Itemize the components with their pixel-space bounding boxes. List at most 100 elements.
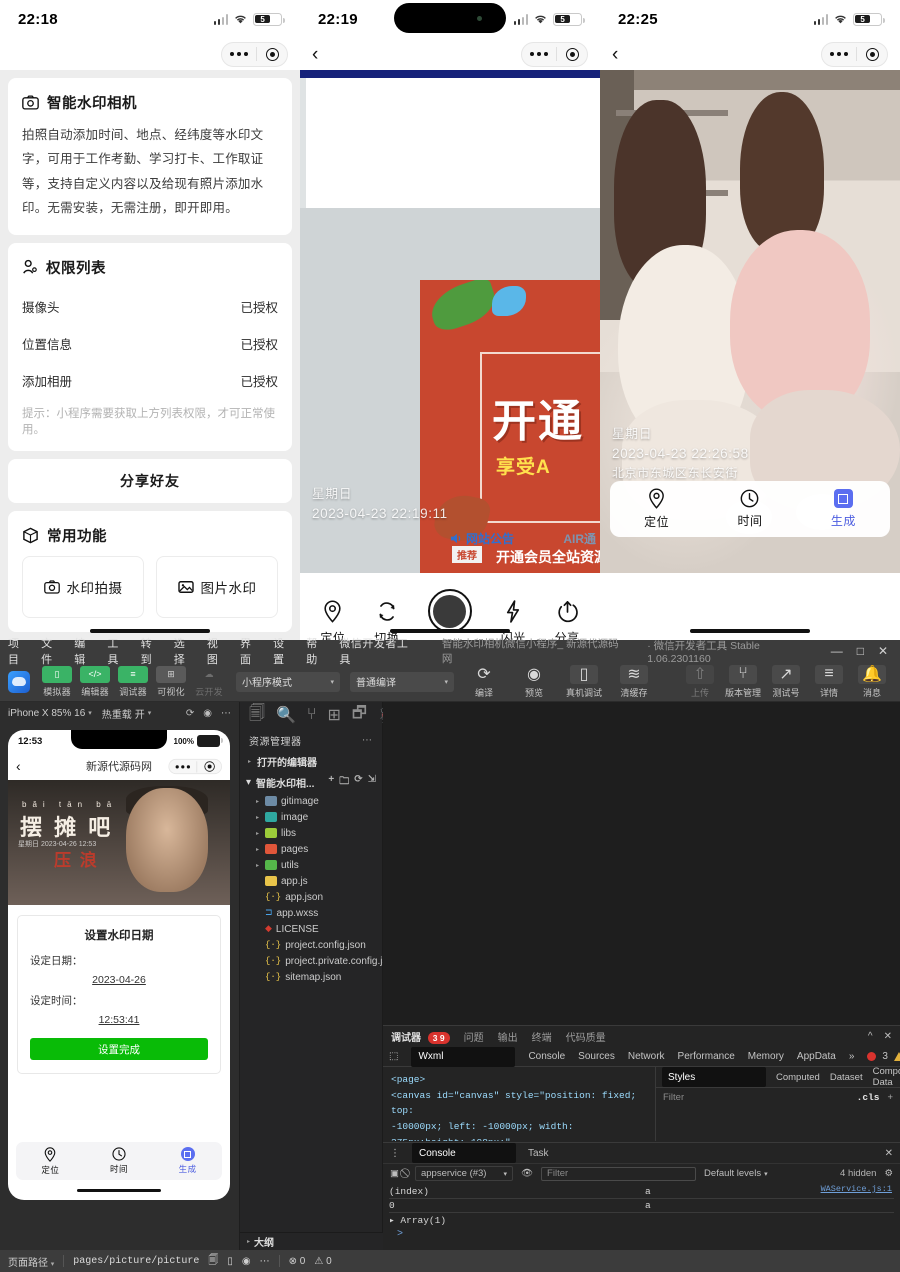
open-editors-row[interactable]: ▸ 打开的编辑器 xyxy=(240,751,382,771)
maximize-button[interactable]: □ xyxy=(857,645,864,657)
tab-performance[interactable]: Performance xyxy=(678,1051,735,1062)
toggle-visual[interactable]: ⊞ 可视化 xyxy=(154,666,188,698)
extensions-icon[interactable]: ⊞ xyxy=(328,705,341,725)
copy-icon[interactable]: 🗐 xyxy=(208,1253,218,1270)
status-error-group[interactable]: ⊗ 0 xyxy=(289,1256,306,1267)
device-debug-button[interactable]: ▯ 真机调试 xyxy=(564,665,604,699)
kebab-menu-icon[interactable]: ⋮ xyxy=(390,1148,400,1159)
console-context-select[interactable]: appservice (#3) ▾ xyxy=(415,1166,513,1181)
sim-wechat-capsule[interactable] xyxy=(168,758,222,773)
hot-reload-toggle[interactable]: 热重载 开 ▾ xyxy=(102,706,152,721)
tab-component-data[interactable]: Component Data xyxy=(873,1066,900,1088)
sim-time-value[interactable]: 12:53:41 xyxy=(30,1014,208,1026)
function-watermark-shoot[interactable]: 水印拍摄 xyxy=(22,556,144,618)
file-row[interactable]: ▸ gitimage xyxy=(240,793,382,809)
mode-select[interactable]: 小程序模式 ▾ xyxy=(236,672,340,692)
wechat-capsule[interactable] xyxy=(521,42,588,67)
collapse-icon[interactable]: ^ xyxy=(868,1031,873,1042)
version-control-button[interactable]: ⑂ 版本管理 xyxy=(723,665,763,699)
file-row[interactable]: ▸ image xyxy=(240,809,382,825)
file-row[interactable]: {·} project.private.config.js... xyxy=(240,953,382,969)
more-icon[interactable]: ⋯ xyxy=(260,1256,270,1267)
compile-select[interactable]: 普通编译 ▾ xyxy=(350,672,454,692)
file-row[interactable]: ⊐ app.wxss xyxy=(240,905,382,921)
file-row[interactable]: {·} app.json xyxy=(240,889,382,905)
device-select[interactable]: iPhone X 85% 16 ▾ xyxy=(8,708,92,719)
wxml-code-view[interactable]: <page> <canvas id="canvas" style="positi… xyxy=(383,1067,655,1141)
close-target-icon[interactable] xyxy=(257,48,287,61)
console-prompt[interactable]: > xyxy=(389,1227,894,1242)
refresh-icon[interactable]: ⟳ xyxy=(186,708,194,719)
file-row[interactable]: ▸ libs xyxy=(240,825,382,841)
back-button[interactable]: ‹ xyxy=(612,45,632,64)
add-rule-button[interactable]: + xyxy=(887,1092,893,1103)
record-icon[interactable]: ◉ xyxy=(203,708,212,719)
photo-tool-time[interactable]: 时间 xyxy=(737,489,762,529)
shutter-icon[interactable] xyxy=(428,589,472,633)
messages-button[interactable]: 🔔 消息 xyxy=(852,665,892,699)
new-folder-icon[interactable]: 🗀 xyxy=(339,774,349,791)
tab-task[interactable]: Task xyxy=(528,1148,549,1159)
menu-dots-icon[interactable] xyxy=(822,52,856,56)
compile-button[interactable]: ⟳ 编译 xyxy=(464,665,504,699)
menu-item-file[interactable]: 文件 xyxy=(41,635,63,667)
menu-item-ui[interactable]: 界面 xyxy=(240,635,262,667)
menu-dots-icon[interactable] xyxy=(169,764,196,767)
photo-preview[interactable]: 星期日 2023-04-23 22:26:58 北京市东城区东长安街 定位 xyxy=(600,70,900,573)
collapse-icon[interactable]: ⇲ xyxy=(368,774,376,791)
route-value[interactable]: pages/picture/picture xyxy=(73,1256,199,1267)
sim-tool-time[interactable]: 时间 xyxy=(110,1147,128,1175)
tab-dataset[interactable]: Dataset xyxy=(830,1072,863,1083)
cls-button[interactable]: .cls xyxy=(857,1092,880,1103)
photo-tool-generate[interactable]: 生成 xyxy=(831,489,856,529)
status-warning-group[interactable]: ⚠ 0 xyxy=(314,1256,331,1267)
upload-button[interactable]: ⇧ 上传 xyxy=(680,665,720,699)
new-file-icon[interactable]: + xyxy=(328,774,334,791)
devtools-tab-problems[interactable]: 问题 xyxy=(464,1029,484,1044)
toggle-debugger[interactable]: ≡ 调试器 xyxy=(116,666,150,698)
menu-dots-icon[interactable] xyxy=(222,52,256,56)
back-button[interactable]: ‹ xyxy=(312,45,332,64)
preview-button[interactable]: ◉ 预览 xyxy=(514,665,554,699)
sim-confirm-button[interactable]: 设置完成 xyxy=(30,1038,208,1060)
toggle-editor[interactable]: </> 编辑器 xyxy=(78,666,112,698)
camera-tool-location[interactable]: 定位 xyxy=(320,600,345,641)
camera-tool-share[interactable]: 分享 xyxy=(555,600,580,641)
refresh-icon[interactable]: ⟳ xyxy=(354,774,362,791)
file-row[interactable]: {·} project.config.json xyxy=(240,937,382,953)
devtools-tab-quality[interactable]: 代码质量 xyxy=(566,1029,606,1044)
route-label-group[interactable]: 页面路径 ▾ xyxy=(8,1254,54,1269)
file-row[interactable]: ◆ LICENSE xyxy=(240,921,382,937)
tab-sources[interactable]: Sources xyxy=(578,1051,615,1062)
close-button[interactable]: ✕ xyxy=(878,645,888,657)
sim-date-value[interactable]: 2023-04-26 xyxy=(30,974,208,986)
file-row[interactable]: {·} sitemap.json xyxy=(240,969,382,985)
menu-item-edit[interactable]: 编辑 xyxy=(74,635,96,667)
close-icon[interactable]: ✕ xyxy=(884,1031,892,1042)
inspect-element-icon[interactable]: ⬚ xyxy=(389,1051,398,1062)
menu-item-settings[interactable]: 设置 xyxy=(273,635,295,667)
clear-cache-button[interactable]: ≋ 清缓存 xyxy=(614,665,654,699)
menu-item-help[interactable]: 帮助 xyxy=(306,635,328,667)
function-image-watermark[interactable]: 图片水印 xyxy=(156,556,278,618)
console-source-link[interactable]: WAService.js:1 xyxy=(821,1184,892,1194)
camera-tool-switch[interactable]: 切换 xyxy=(374,600,399,641)
tab-memory[interactable]: Memory xyxy=(748,1051,784,1062)
tab-console[interactable]: Console xyxy=(528,1051,565,1062)
close-target-icon[interactable] xyxy=(197,761,221,771)
camera-preview[interactable]: 开通 享受A 推荐 开通会员全站资源免费 星期日 2023-04-23 22:1… xyxy=(300,70,600,573)
file-row[interactable]: ▸ pages xyxy=(240,841,382,857)
close-target-icon[interactable] xyxy=(557,48,587,61)
tab-appdata[interactable]: AppData xyxy=(797,1051,836,1062)
more-icon[interactable]: ⋯ xyxy=(362,735,373,746)
tab-network[interactable]: Network xyxy=(628,1051,665,1062)
styles-filter-input[interactable]: Filter xyxy=(663,1092,684,1103)
device-debug-icon[interactable]: ▯ xyxy=(227,1256,233,1267)
sim-tool-location[interactable]: 定位 xyxy=(41,1147,59,1176)
menu-item-project[interactable]: 项目 xyxy=(8,635,30,667)
wechat-capsule[interactable] xyxy=(821,42,888,67)
menu-item-view[interactable]: 视图 xyxy=(207,635,229,667)
eye-icon[interactable]: ◉ xyxy=(242,1256,251,1267)
details-button[interactable]: ≡ 详情 xyxy=(809,665,849,699)
wechat-capsule[interactable] xyxy=(221,42,288,67)
